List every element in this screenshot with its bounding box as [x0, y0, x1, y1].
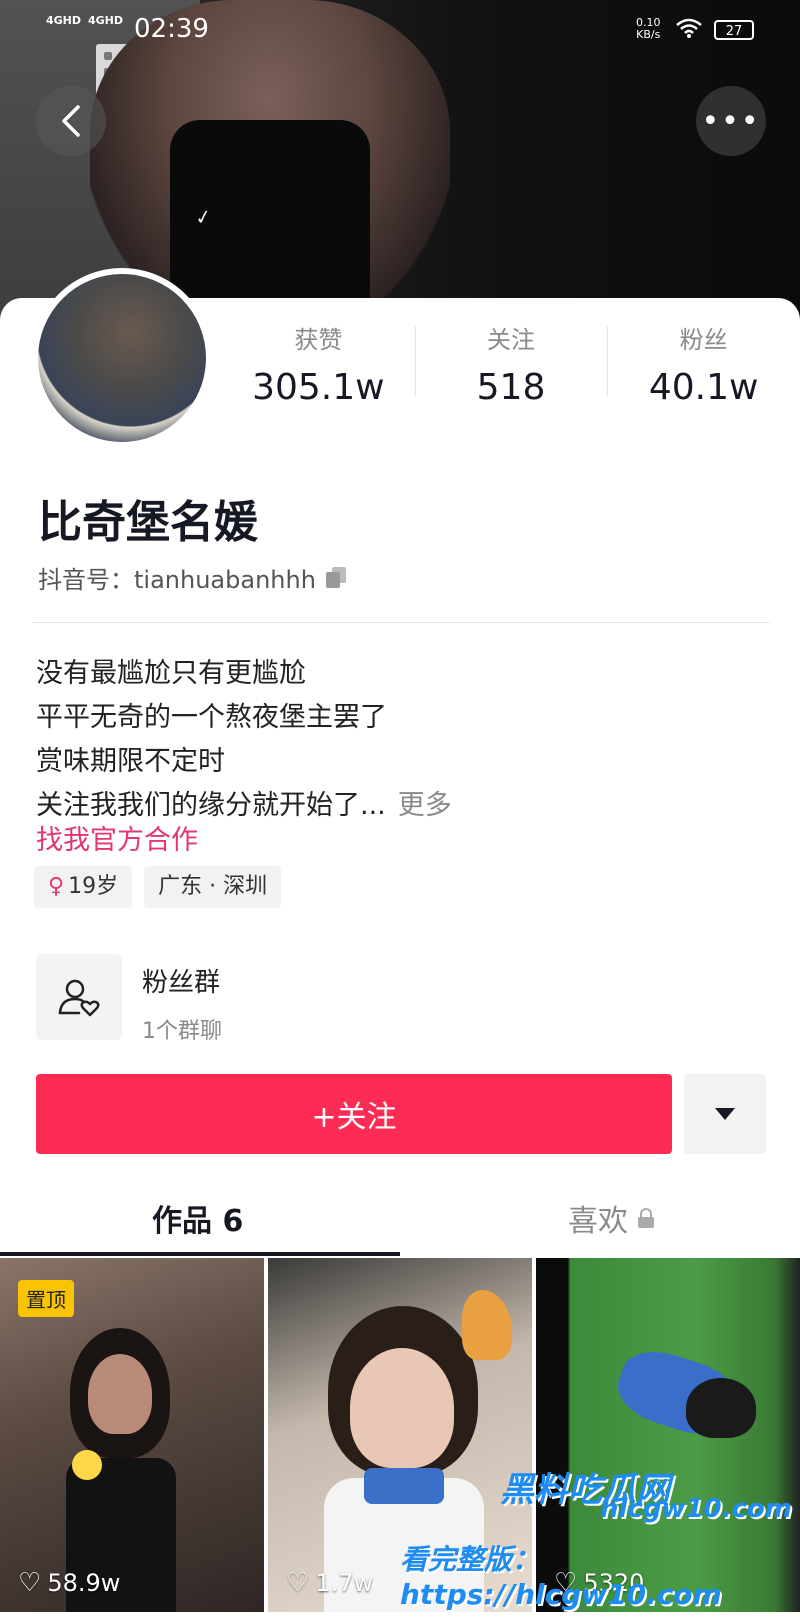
video-likes: ♡ 1.7w — [286, 1568, 373, 1598]
thumbnail-face — [350, 1348, 454, 1468]
fan-group-title: 粉丝群 — [142, 968, 221, 998]
profile-handle: 抖音号：tianhuabanhhh — [38, 560, 348, 595]
bio-more-link[interactable]: 更多 — [398, 790, 452, 821]
location-tag[interactable]: 广东 · 深圳 — [144, 866, 282, 908]
watermark-domain: hlcgw10.com — [600, 1494, 792, 1524]
back-button[interactable] — [36, 86, 106, 156]
divider — [32, 622, 770, 623]
stat-value: 40.1w — [648, 367, 759, 408]
profile-tags: ♀ 19岁 广东 · 深圳 — [34, 866, 282, 908]
stat-value: 518 — [476, 367, 546, 408]
tab-likes-label: 喜欢 — [568, 1204, 628, 1239]
network-speed-unit: KB/s — [636, 28, 661, 41]
bio-line: 关注我我们的缘分就开始了... — [36, 790, 386, 821]
battery-icon: 27 — [714, 20, 754, 40]
bio-line: 没有最尴尬只有更尴尬 — [36, 658, 306, 689]
avatar-image — [38, 274, 206, 442]
stat-following[interactable]: 关注 518 — [414, 316, 608, 416]
video-thumbnail[interactable]: 置顶 ♡ 58.9w — [0, 1258, 264, 1612]
thumbnail-hair — [686, 1378, 756, 1438]
stat-value: 305.1w — [252, 367, 385, 408]
more-options-button[interactable]: ••• — [696, 86, 766, 156]
lock-icon — [638, 1208, 654, 1228]
thumbnail-face — [88, 1354, 152, 1434]
collab-link[interactable]: 找我官方合作 — [36, 818, 198, 857]
handle-label: 抖音号： — [38, 566, 134, 594]
heart-icon: ♡ — [286, 1568, 310, 1598]
emoji-sticker-icon — [72, 1450, 102, 1480]
status-bar: 4GHD 4GHD 02:39 0.10 KB/s 27 — [0, 0, 800, 60]
bio-line: 平平无奇的一个熬夜堡主罢了 — [36, 702, 387, 733]
stat-likes[interactable]: 获赞 305.1w — [222, 316, 415, 416]
profile-bio[interactable]: 没有最尴尬只有更尴尬 平平无奇的一个熬夜堡主罢了 赏味期限不定时 关注我我们的缘… — [36, 652, 452, 828]
video-likes: ♡ 58.9w — [18, 1568, 120, 1598]
chevron-left-icon — [62, 105, 80, 137]
thumbnail-collar — [364, 1468, 444, 1504]
heart-icon: ♡ — [18, 1568, 42, 1598]
caret-down-icon — [715, 1108, 735, 1120]
fan-group-entry[interactable]: 粉丝群 1个群聊 — [36, 954, 222, 1045]
female-icon: ♀ — [48, 874, 65, 899]
profile-tabs: 作品 6 喜欢 — [0, 1180, 800, 1256]
video-likes-count: 1.7w — [315, 1569, 374, 1597]
watermark-full-version: 看完整版：https://hlcgw10.com — [400, 1543, 722, 1611]
follow-button[interactable]: +关注 — [36, 1074, 672, 1154]
signal-indicator-1: 4GHD — [46, 14, 82, 27]
stat-label: 关注 — [487, 326, 535, 354]
stat-label: 粉丝 — [679, 326, 728, 354]
copy-icon[interactable] — [325, 566, 348, 589]
fan-group-subtitle: 1个群聊 — [142, 1019, 222, 1044]
signal-indicator-2: 4GHD — [88, 14, 124, 27]
stat-label: 获赞 — [294, 326, 343, 354]
video-likes-count: 58.9w — [47, 1569, 121, 1597]
fan-group-icon — [36, 954, 122, 1040]
tab-likes[interactable]: 喜欢 — [568, 1196, 654, 1240]
location-tag-label: 广东 · 深圳 — [158, 874, 268, 899]
pinned-badge: 置顶 — [18, 1280, 74, 1317]
avatar[interactable] — [32, 268, 212, 448]
cat-ear-icon — [462, 1290, 512, 1360]
age-tag-label: 19岁 — [68, 874, 119, 899]
user-heart-icon — [58, 979, 100, 1017]
clock: 02:39 — [134, 14, 209, 44]
profile-stats: 获赞 305.1w 关注 518 粉丝 40.1w — [222, 316, 800, 416]
stat-followers[interactable]: 粉丝 40.1w — [607, 316, 800, 416]
age-tag: ♀ 19岁 — [34, 866, 133, 908]
profile-name: 比奇堡名媛 — [38, 497, 258, 548]
tab-works[interactable]: 作品 6 — [152, 1196, 243, 1240]
bio-line: 赏味期限不定时 — [36, 746, 225, 777]
active-tab-indicator — [0, 1252, 400, 1256]
handle-value: tianhuabanhhh — [134, 566, 316, 594]
more-dots-icon: ••• — [701, 103, 761, 139]
recommend-dropdown-button[interactable] — [684, 1074, 766, 1154]
network-speed: 0.10 KB/s — [636, 17, 661, 41]
wifi-icon — [676, 18, 702, 38]
